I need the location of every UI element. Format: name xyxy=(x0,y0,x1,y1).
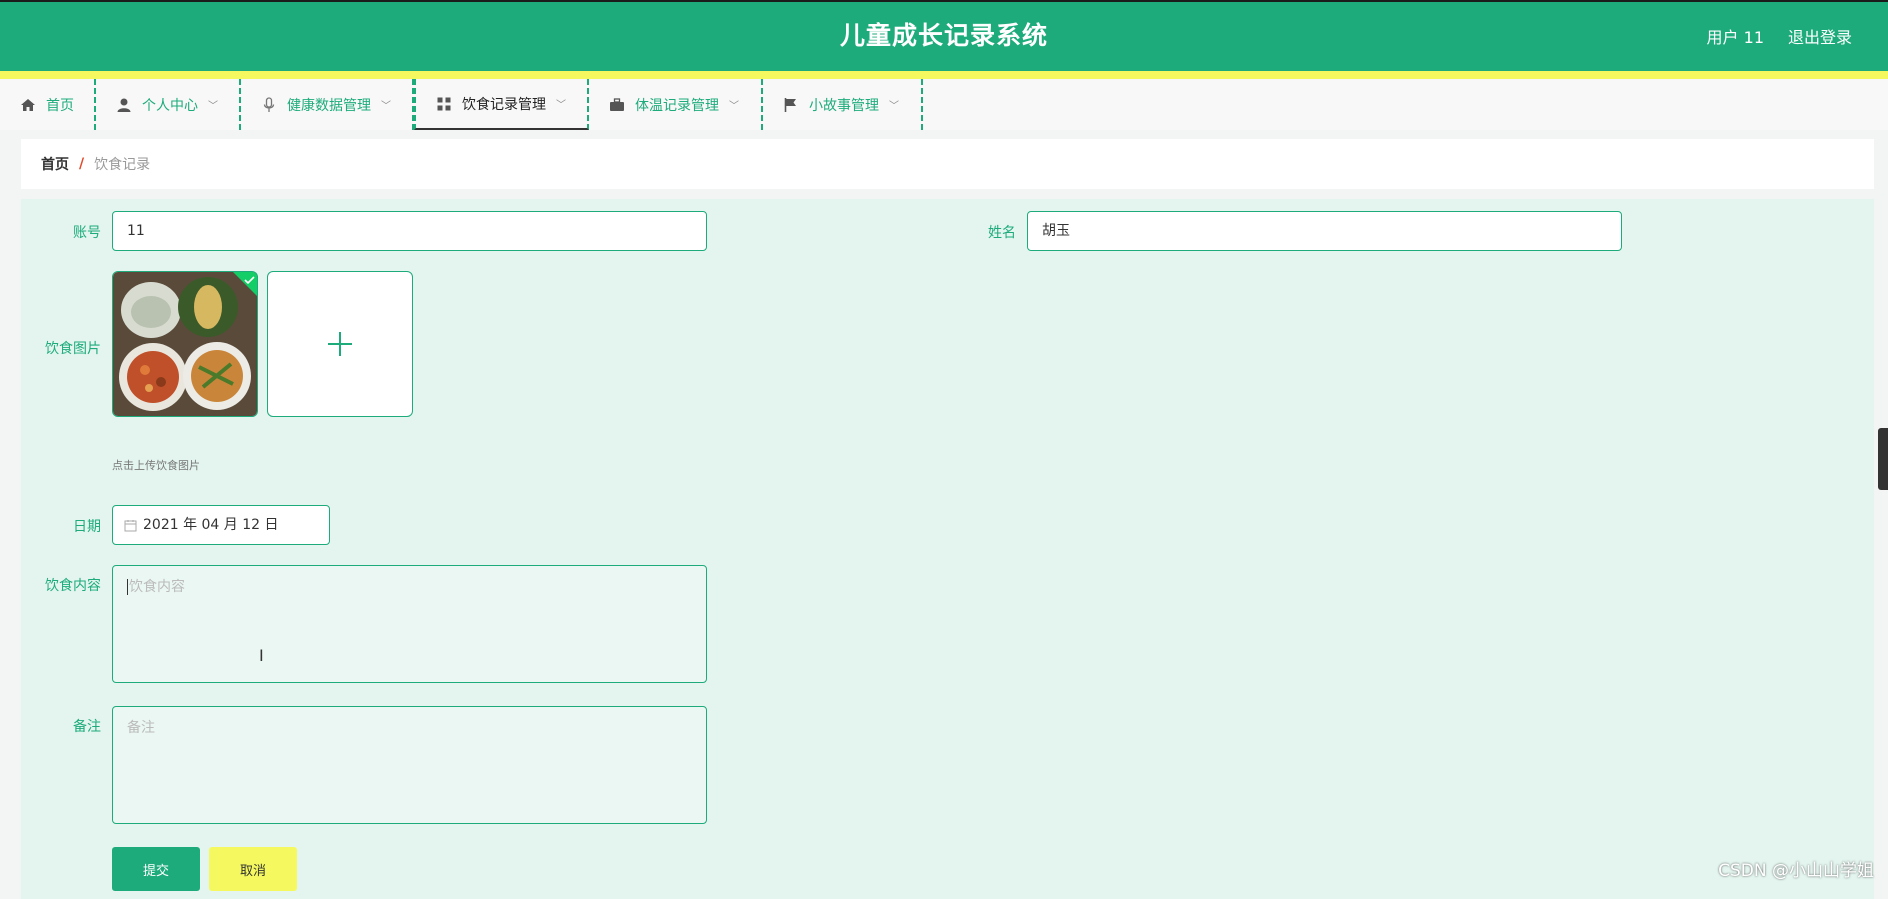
name-field[interactable]: 胡玉 xyxy=(1027,211,1622,251)
chevron-down-icon: ﹀ xyxy=(889,101,899,112)
breadcrumb-current: 饮食记录 xyxy=(94,157,151,173)
top-header: 儿童成长记录系统 用户 11 退出登录 xyxy=(0,0,1888,71)
nav-item-home[interactable]: 首页 xyxy=(0,79,96,130)
submit-button[interactable]: 提交 xyxy=(112,847,200,891)
name-label: 姓名 xyxy=(988,225,1016,241)
cancel-button[interactable]: 取消 xyxy=(209,847,297,891)
flag-icon xyxy=(783,97,799,113)
content-placeholder: 饮食内容 xyxy=(127,579,185,595)
home-icon xyxy=(20,97,36,113)
nav-item-label: 个人中心 xyxy=(142,97,198,114)
calendar-icon xyxy=(124,519,137,532)
scrollbar-thumb[interactable] xyxy=(1878,428,1888,490)
remark-textarea[interactable]: 备注 xyxy=(112,706,707,824)
current-user: 用户 11 xyxy=(1706,28,1764,47)
chevron-down-icon: ﹀ xyxy=(729,101,739,112)
breadcrumb-separator: / xyxy=(79,156,85,172)
nav-item-stories[interactable]: 小故事管理 ﹀ xyxy=(763,79,923,130)
nav-item-health-data[interactable]: 健康数据管理 ﹀ xyxy=(241,79,414,130)
remark-label: 备注 xyxy=(73,719,101,735)
chevron-down-icon: ﹀ xyxy=(208,101,218,112)
food-photo-icon xyxy=(113,272,257,416)
nav-item-label: 饮食记录管理 xyxy=(462,96,546,113)
nav-item-diet-records[interactable]: 饮食记录管理 ﹀ xyxy=(414,79,589,130)
uploaded-food-image[interactable] xyxy=(112,271,258,417)
date-picker[interactable]: 2021 年 04 月 12 日 xyxy=(112,505,330,545)
watermark: CSDN @小山山学姐 xyxy=(1718,861,1874,881)
breadcrumb-home[interactable]: 首页 xyxy=(41,154,69,174)
image-label: 饮食图片 xyxy=(45,341,101,357)
account-label: 账号 xyxy=(73,225,101,241)
nav-item-label: 首页 xyxy=(46,97,74,114)
main-nav: 首页 个人中心 ﹀ 健康数据管理 ﹀ 饮食记录管理 ﹀ 体温记录管理 ﹀ 小故事… xyxy=(0,79,1888,130)
date-value: 2021 年 04 月 12 日 xyxy=(143,517,279,533)
briefcase-icon xyxy=(609,97,625,113)
date-label: 日期 xyxy=(73,519,101,535)
nav-item-label: 健康数据管理 xyxy=(287,97,371,114)
nav-item-label: 体温记录管理 xyxy=(635,97,719,114)
upload-hint: 点击上传饮食图片 xyxy=(112,459,200,472)
content-textarea[interactable]: 饮食内容 xyxy=(112,565,707,683)
add-image-button[interactable] xyxy=(267,271,413,417)
grid-icon xyxy=(436,96,452,112)
content-label: 饮食内容 xyxy=(45,578,101,594)
breadcrumb: 首页 / 饮食记录 xyxy=(21,139,1874,189)
header-accent-bar xyxy=(0,71,1888,79)
nav-item-personal-center[interactable]: 个人中心 ﹀ xyxy=(96,79,241,130)
microphone-icon xyxy=(261,96,277,113)
account-field[interactable]: 11 xyxy=(112,211,707,251)
text-cursor-icon: I xyxy=(259,646,264,665)
nav-item-temperature-records[interactable]: 体温记录管理 ﹀ xyxy=(589,79,763,130)
person-icon xyxy=(116,97,132,113)
chevron-down-icon: ﹀ xyxy=(381,101,391,112)
diet-record-form: 账号 11 姓名 胡玉 饮食图片 点击上传饮食图片 日期 2021 年 04 月… xyxy=(21,199,1874,899)
remark-placeholder: 备注 xyxy=(127,720,155,736)
app-title: 儿童成长记录系统 xyxy=(839,21,1048,50)
chevron-down-icon: ﹀ xyxy=(556,100,566,111)
plus-icon xyxy=(328,332,352,356)
logout-link[interactable]: 退出登录 xyxy=(1788,24,1852,48)
nav-item-label: 小故事管理 xyxy=(809,97,879,114)
